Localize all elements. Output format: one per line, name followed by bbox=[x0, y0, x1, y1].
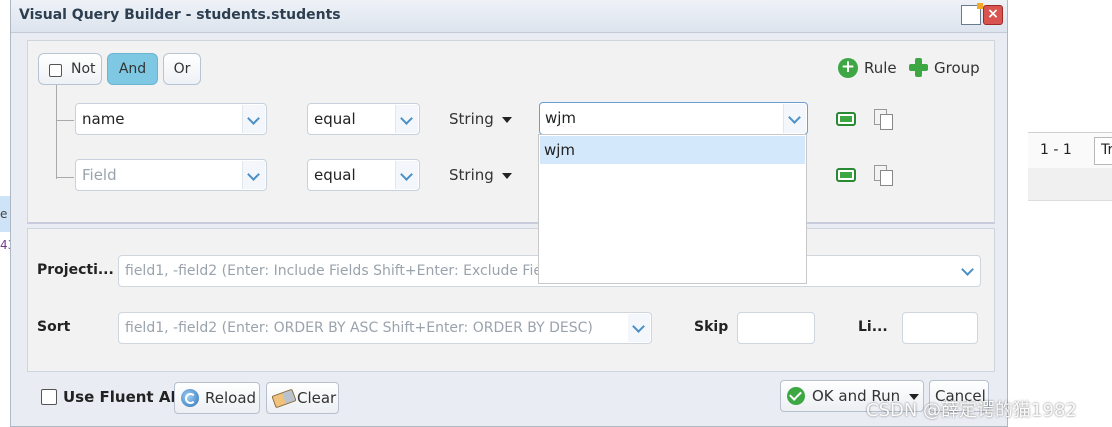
value-suggestion-dropdown: wjm bbox=[538, 134, 807, 284]
background-app-right: 1 - 1 Tree bbox=[1010, 0, 1112, 427]
copy-rule-2-icon[interactable] bbox=[874, 165, 893, 186]
projection-label: Projecti... bbox=[37, 262, 114, 278]
and-button[interactable]: And bbox=[107, 53, 158, 85]
chevron-down-icon[interactable] bbox=[783, 104, 806, 133]
clear-button[interactable]: Clear bbox=[266, 382, 339, 414]
caret-down-icon bbox=[501, 172, 512, 179]
chevron-down-icon[interactable] bbox=[242, 105, 265, 133]
rule-1-field-select[interactable]: name bbox=[75, 103, 267, 135]
chevron-down-icon[interactable] bbox=[395, 161, 418, 189]
copy-rule-1-icon[interactable] bbox=[874, 109, 893, 130]
pager-range: 1 - 1 bbox=[1040, 142, 1072, 158]
add-group-label: Group bbox=[934, 59, 980, 77]
tree-connector bbox=[56, 120, 74, 121]
chevron-down-icon[interactable] bbox=[957, 257, 979, 285]
maximize-icon[interactable] bbox=[961, 3, 983, 25]
clear-label: Clear bbox=[297, 389, 337, 407]
use-fluent-api-label: Use Fluent API bbox=[63, 388, 187, 406]
suggestion-option-text: wjm bbox=[544, 141, 576, 159]
reload-button[interactable]: Reload bbox=[174, 382, 260, 414]
background-text: e bbox=[0, 207, 8, 221]
chevron-down-icon[interactable] bbox=[628, 314, 650, 342]
check-circle-icon bbox=[787, 387, 805, 405]
rule-1-operator-value: equal bbox=[314, 110, 356, 128]
rule-2-field-placeholder: Field bbox=[82, 166, 117, 184]
rule-1-operator-select[interactable]: equal bbox=[307, 103, 420, 135]
eraser-icon bbox=[271, 388, 297, 409]
rule-2-field-select[interactable]: Field bbox=[75, 159, 267, 191]
limit-label: Li... bbox=[858, 319, 888, 335]
caret-down-icon bbox=[501, 116, 512, 123]
background-pager: 1 - 1 Tree bbox=[1028, 132, 1112, 170]
sort-label: Sort bbox=[37, 319, 71, 335]
rule-2-type-select[interactable]: String bbox=[449, 166, 512, 184]
plus-square-icon bbox=[908, 57, 928, 77]
rule-1-field-value: name bbox=[82, 110, 125, 128]
remove-rule-2-icon[interactable] bbox=[836, 168, 856, 182]
tree-connector bbox=[56, 85, 57, 179]
background-toolbar bbox=[1028, 168, 1112, 201]
skip-label: Skip bbox=[694, 319, 729, 335]
dialog-title: Visual Query Builder - students.students bbox=[19, 7, 341, 23]
rule-1-value-input[interactable]: wjm bbox=[539, 102, 808, 135]
sort-input[interactable]: field1, -field2 (Enter: ORDER BY ASC Shi… bbox=[118, 312, 652, 344]
rule-1-value-text: wjm bbox=[545, 109, 577, 127]
not-label: Not bbox=[71, 61, 96, 77]
remove-rule-1-icon[interactable] bbox=[836, 112, 856, 126]
rule-2-operator-select[interactable]: equal bbox=[307, 159, 420, 191]
reload-icon bbox=[181, 389, 199, 407]
or-button[interactable]: Or bbox=[163, 53, 201, 85]
visual-query-builder-dialog: Visual Query Builder - students.students… bbox=[10, 0, 1008, 427]
chevron-down-icon[interactable] bbox=[395, 105, 418, 133]
dialog-titlebar: Visual Query Builder - students.students… bbox=[11, 0, 1007, 33]
rule-1-type-value: String bbox=[449, 110, 494, 128]
rule-1-type-select[interactable]: String bbox=[449, 110, 512, 128]
plus-circle-icon: + bbox=[838, 58, 858, 78]
add-rule-label: Rule bbox=[864, 59, 897, 77]
rule-2-type-value: String bbox=[449, 166, 494, 184]
query-rules-panel: Not And Or + Rule Group name equal Strin… bbox=[27, 40, 995, 224]
rule-2-operator-value: equal bbox=[314, 166, 356, 184]
skip-input[interactable] bbox=[737, 312, 815, 344]
watermark-text: CSDN @薛定谔的猫1982 bbox=[866, 400, 1077, 421]
view-mode-value: Tree bbox=[1101, 142, 1112, 158]
view-mode-select[interactable]: Tree bbox=[1094, 137, 1112, 165]
use-fluent-api-checkbox[interactable] bbox=[41, 389, 57, 405]
chevron-down-icon[interactable] bbox=[242, 161, 265, 189]
tree-connector bbox=[56, 177, 74, 178]
not-checkbox[interactable] bbox=[49, 64, 62, 77]
sort-placeholder: field1, -field2 (Enter: ORDER BY ASC Shi… bbox=[125, 320, 593, 336]
suggestion-option[interactable]: wjm bbox=[540, 136, 805, 164]
close-icon[interactable]: × bbox=[983, 5, 1003, 25]
limit-input[interactable] bbox=[902, 312, 978, 344]
options-panel: Projecti... field1, -field2 (Enter: Incl… bbox=[27, 228, 995, 372]
reload-label: Reload bbox=[205, 389, 257, 407]
not-toggle-button[interactable]: Not bbox=[38, 53, 102, 85]
